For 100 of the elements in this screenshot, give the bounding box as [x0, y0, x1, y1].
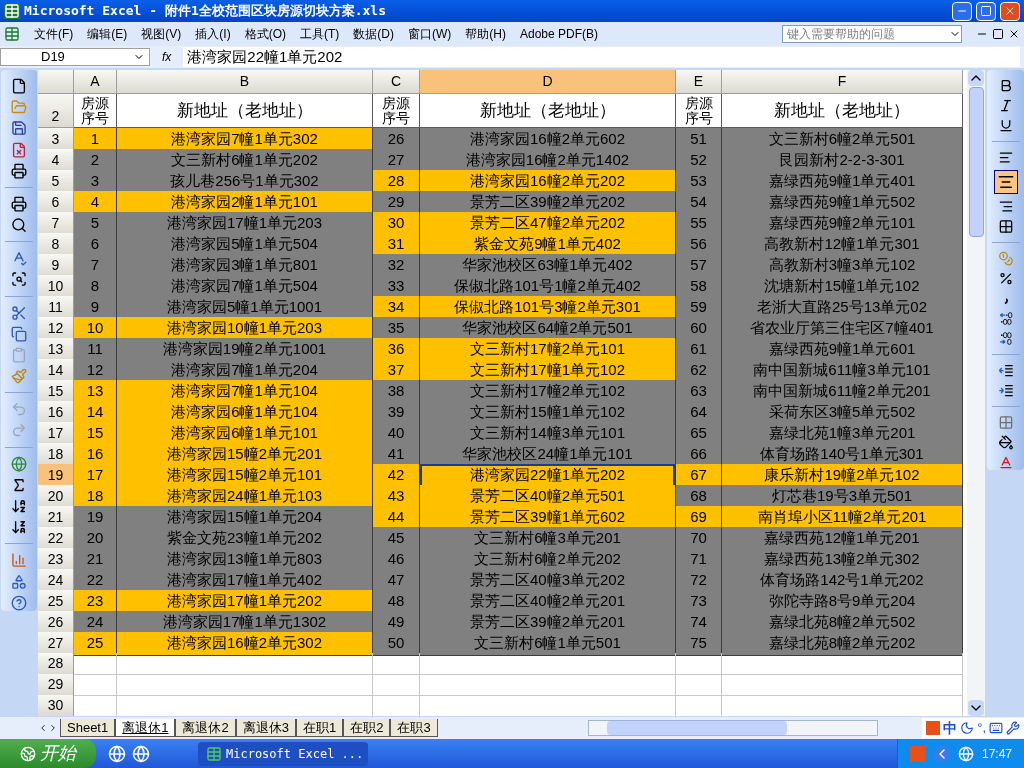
row-header[interactable]: 21	[38, 506, 74, 530]
row-header[interactable]: 30	[38, 695, 74, 716]
new-file-icon[interactable]	[10, 78, 28, 95]
cut-icon[interactable]	[10, 304, 28, 321]
row-header[interactable]: 24	[38, 569, 74, 593]
help-icon[interactable]	[10, 594, 28, 611]
row-header[interactable]: 11	[38, 296, 74, 320]
sort-descending-icon[interactable]	[10, 519, 28, 536]
row-header[interactable]: 29	[38, 674, 74, 696]
sheet-tab[interactable]: Sheet1	[60, 719, 116, 737]
column-header[interactable]: E	[676, 70, 722, 94]
keyboard-icon[interactable]	[989, 721, 1003, 735]
drawing-icon[interactable]	[10, 573, 28, 590]
menu-item[interactable]: 文件(F)	[34, 25, 74, 43]
show-hidden-icon[interactable]	[933, 745, 950, 762]
close-button[interactable]	[1000, 1, 1020, 21]
minimize-button[interactable]	[952, 1, 972, 21]
table-cell: 嘉绿北苑1幢3单元201	[722, 422, 963, 446]
taskbar-button[interactable]: Microsoft Excel ...	[198, 741, 368, 766]
spreadsheet-icon[interactable]	[4, 3, 20, 19]
row-header[interactable]: 25	[38, 590, 74, 614]
name-box[interactable]: D19	[0, 48, 150, 66]
file-remove-icon[interactable]	[10, 141, 28, 158]
row-header[interactable]: 7	[38, 212, 74, 236]
save-icon[interactable]	[10, 120, 28, 137]
sheet-tab[interactable]: 离退休2	[175, 719, 236, 737]
last-sheet-icon[interactable]	[48, 723, 58, 733]
menu-item[interactable]: 窗口(W)	[408, 25, 452, 43]
research-icon[interactable]	[10, 271, 28, 288]
scrollbar-thumb[interactable]	[968, 87, 984, 237]
row-header[interactable]: 17	[38, 422, 74, 446]
wrench-icon[interactable]	[1006, 721, 1020, 735]
column-header[interactable]: A	[74, 70, 117, 94]
decrease-indent-icon[interactable]	[996, 363, 1015, 379]
menu-item[interactable]: 格式(O)	[244, 25, 286, 43]
menu-item[interactable]: 视图(V)	[141, 25, 182, 43]
row-header[interactable]: 6	[38, 191, 74, 215]
row-header[interactable]: 18	[38, 443, 74, 467]
moon-icon[interactable]	[960, 721, 975, 735]
row-header[interactable]: 2	[38, 94, 74, 128]
formula-field[interactable]: 港湾家园22幢1单元202	[183, 47, 1020, 67]
fill-color-icon[interactable]	[996, 434, 1015, 450]
menu-item[interactable]: 数据(D)	[353, 25, 394, 43]
menu-item[interactable]: 帮助(H)	[465, 25, 506, 43]
row-header[interactable]: 9	[38, 254, 74, 278]
ime-logo-icon[interactable]	[926, 721, 941, 735]
workbook-icon[interactable]	[4, 26, 20, 42]
horizontal-scrollbar[interactable]	[587, 720, 878, 736]
close-icon[interactable]	[1008, 28, 1020, 40]
ime-mode[interactable]: 中	[943, 717, 958, 739]
sheet-tab[interactable]: 离退休1	[115, 719, 176, 737]
row-header[interactable]: 14	[38, 359, 74, 383]
browser-icon[interactable]	[108, 744, 126, 763]
row-header[interactable]: 13	[38, 338, 74, 362]
print-icon[interactable]	[10, 195, 28, 213]
network-icon[interactable]	[957, 745, 974, 762]
row-header[interactable]: 8	[38, 233, 74, 257]
chart-icon[interactable]	[10, 552, 28, 569]
scroll-down-icon[interactable]	[968, 700, 984, 716]
row-header[interactable]: 23	[38, 548, 74, 572]
row-header[interactable]: 20	[38, 485, 74, 509]
row-header[interactable]: 15	[38, 380, 74, 404]
printer-icon[interactable]	[10, 162, 28, 179]
align-center-button[interactable]	[993, 170, 1018, 194]
menu-item[interactable]: 编辑(E)	[87, 25, 128, 43]
restore-button[interactable]	[976, 1, 996, 21]
row-header[interactable]: 10	[38, 275, 74, 299]
row-header[interactable]: 4	[38, 149, 74, 173]
sheet-tab[interactable]: 在职1	[295, 719, 344, 737]
print-preview-icon[interactable]	[10, 217, 28, 234]
punctuation-mode[interactable]: °,	[977, 718, 986, 738]
sheet-tab[interactable]: 在职3	[390, 719, 438, 737]
function-label[interactable]: fx	[154, 48, 180, 66]
increase-indent-icon[interactable]	[996, 383, 1015, 399]
row-header[interactable]: 19	[38, 464, 74, 488]
sort-ascending-icon[interactable]	[10, 498, 28, 515]
column-header[interactable]: B	[117, 70, 373, 94]
sheet-tab[interactable]: 在职2	[343, 719, 391, 737]
row-header[interactable]: 27	[38, 632, 74, 656]
column-header[interactable]: F	[722, 70, 963, 94]
row-header[interactable]: 5	[38, 170, 74, 194]
restore-icon[interactable]	[992, 28, 1004, 40]
table-cell: 40	[373, 422, 420, 446]
row-header[interactable]: 26	[38, 611, 74, 635]
vertical-scrollbar[interactable]	[967, 70, 985, 716]
first-sheet-icon[interactable]	[38, 723, 48, 733]
row-header[interactable]: 12	[38, 317, 74, 341]
copy-icon[interactable]	[10, 325, 28, 342]
column-header[interactable]: D	[420, 70, 676, 94]
menu-item[interactable]: 工具(T)	[300, 25, 340, 43]
column-header[interactable]: C	[373, 70, 420, 94]
row-header[interactable]: 3	[38, 128, 74, 152]
menu-item[interactable]: 插入(I)	[195, 25, 231, 43]
scroll-up-icon[interactable]	[968, 70, 984, 86]
row-header[interactable]: 16	[38, 401, 74, 425]
row-header[interactable]: 22	[38, 527, 74, 551]
help-search-field[interactable]: 键入需要帮助的问题	[782, 25, 962, 43]
sheet-tab[interactable]: 离退休3	[235, 719, 296, 737]
row-header[interactable]: 28	[38, 653, 74, 675]
menu-item[interactable]: Adobe PDF(B)	[520, 25, 598, 43]
